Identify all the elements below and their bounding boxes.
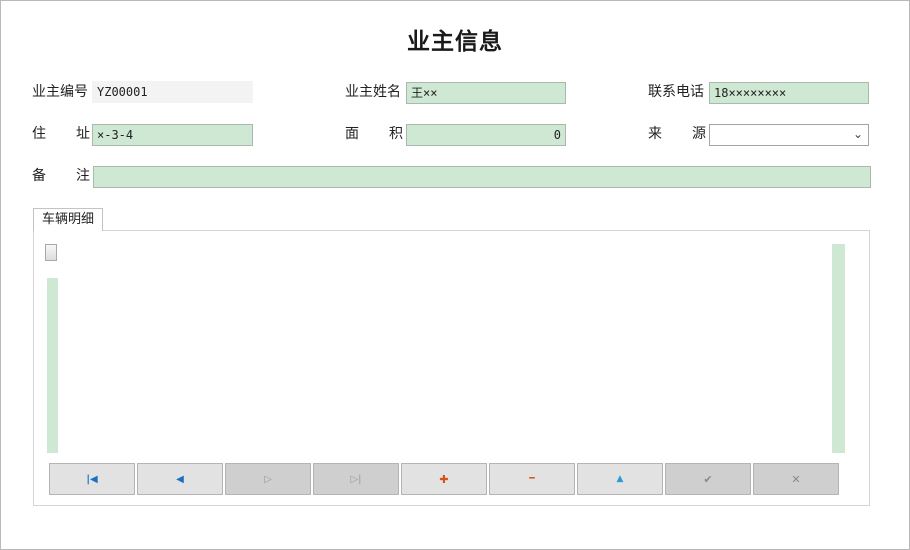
remarks-label-char-2: 注: [76, 168, 90, 184]
post-record-button[interactable]: ✔: [665, 463, 751, 495]
area-label: 面 积: [345, 124, 403, 144]
close-icon: ✕: [791, 472, 801, 486]
phone-label: 联系电话: [648, 84, 704, 100]
tab-vehicle-details[interactable]: 车辆明细: [33, 208, 103, 231]
prev-record-button[interactable]: ◀: [137, 463, 223, 495]
left-grid-strip: [47, 278, 58, 453]
source-label: 来 源: [648, 124, 706, 144]
remarks-label: 备 注: [32, 166, 90, 186]
address-label-char-2: 址: [76, 126, 90, 142]
plus-icon: ✚: [439, 472, 449, 486]
next-record-button[interactable]: ▷: [225, 463, 311, 495]
owner-name-label: 业主姓名: [345, 84, 401, 100]
owner-id-field: YZ00001: [92, 81, 253, 103]
prev-icon: ◀: [176, 473, 184, 485]
first-icon: |◀: [86, 473, 98, 485]
address-label-char-1: 住: [32, 126, 46, 142]
area-label-char-2: 积: [389, 126, 403, 142]
first-record-button[interactable]: |◀: [49, 463, 135, 495]
chevron-down-icon[interactable]: ⌄: [853, 127, 863, 141]
up-triangle-icon: ▲: [616, 474, 624, 484]
grid-corner-button[interactable]: [45, 244, 57, 261]
edit-record-button[interactable]: ▲: [577, 463, 663, 495]
source-label-char-2: 源: [692, 126, 706, 142]
check-icon: ✔: [703, 472, 713, 486]
form-title: 业主信息: [407, 29, 503, 55]
area-label-char-1: 面: [345, 126, 359, 142]
add-record-button[interactable]: ✚: [401, 463, 487, 495]
right-grid-strip: [832, 244, 845, 453]
source-label-char-1: 来: [648, 126, 662, 142]
minus-icon: ━: [529, 474, 535, 484]
cancel-record-button[interactable]: ✕: [753, 463, 839, 495]
area-field[interactable]: 0: [406, 124, 566, 146]
remarks-label-char-1: 备: [32, 168, 46, 184]
source-select[interactable]: ⌄: [709, 124, 869, 146]
address-field[interactable]: ×-3-4: [92, 124, 253, 146]
owner-id-label: 业主编号: [32, 84, 88, 100]
remarks-field[interactable]: [93, 166, 871, 188]
next-icon: ▷: [264, 473, 272, 485]
delete-record-button[interactable]: ━: [489, 463, 575, 495]
last-icon: ▷|: [350, 473, 362, 485]
owner-name-field[interactable]: 王××: [406, 82, 566, 104]
record-navigator: |◀ ◀ ▷ ▷| ✚ ━ ▲ ✔ ✕: [49, 463, 839, 495]
last-record-button[interactable]: ▷|: [313, 463, 399, 495]
phone-field[interactable]: 18××××××××: [709, 82, 869, 104]
address-label: 住 址: [32, 124, 90, 144]
